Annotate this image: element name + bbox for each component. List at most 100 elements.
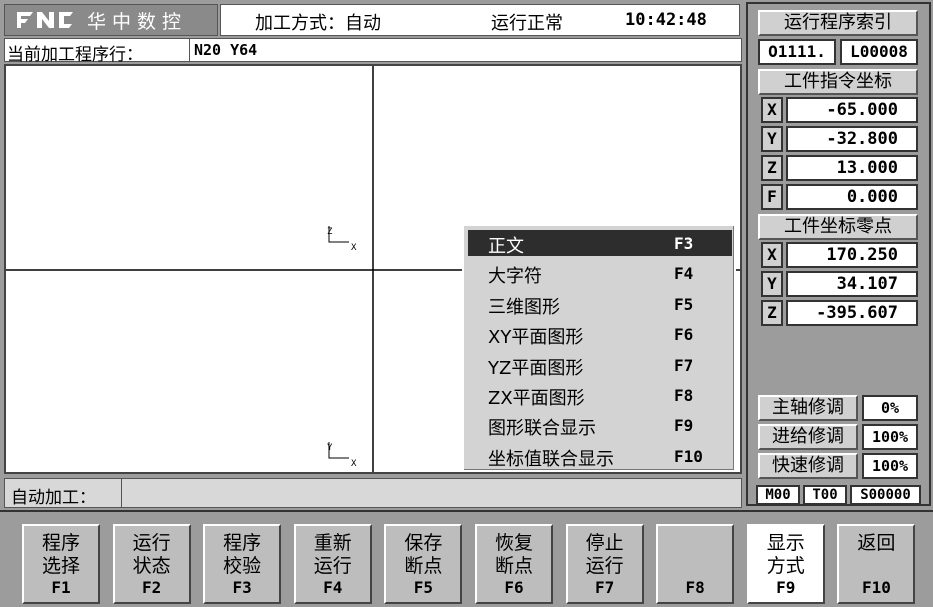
softkey-label-line2: 状态 bbox=[132, 555, 171, 577]
command-coords-title: 工件指令坐标 bbox=[758, 69, 918, 95]
menu-item-label: 坐标值联合显示 bbox=[488, 448, 614, 470]
softkey-function-key: F4 bbox=[323, 578, 343, 597]
menu-item[interactable]: 大字符 F4 bbox=[468, 260, 732, 288]
coord-value: -65.000 bbox=[786, 97, 918, 123]
softkey-f9[interactable]: 显示 方式 F9 bbox=[746, 524, 825, 604]
coord-axis-label: F bbox=[761, 184, 783, 210]
softkey-f3[interactable]: 程序 校验 F3 bbox=[203, 524, 282, 604]
softkey-function-key: F5 bbox=[413, 578, 434, 597]
menu-item-key: F9 bbox=[674, 416, 694, 436]
softkey-f8[interactable]: F8 bbox=[656, 524, 735, 604]
softkey-bar: 程序 选择 F1 运行 状态 F2 程序 校验 F3 重新 运行 F4 保存 断点 F5 恢复 断点 F6 停止 运行… bbox=[0, 510, 933, 607]
menu-item-key: F10 bbox=[674, 446, 703, 466]
softkey-label-line2: 校验 bbox=[223, 555, 262, 577]
menu-item[interactable]: XY平面图形 F6 bbox=[468, 321, 732, 349]
hnc-logo-icon bbox=[17, 12, 73, 28]
menu-item-label: 图形联合显示 bbox=[488, 418, 596, 440]
softkey-function-key: F3 bbox=[232, 578, 252, 597]
coord-value: 170.250 bbox=[786, 242, 918, 268]
coord-value: 0.000 bbox=[786, 184, 918, 210]
menu-item-label: ZX平面图形 bbox=[488, 388, 585, 409]
work-zero-title: 工件坐标零点 bbox=[758, 214, 918, 240]
coord-axis-label: Z bbox=[761, 300, 783, 326]
override-value: 100% bbox=[862, 453, 918, 479]
menu-item-key: F8 bbox=[674, 386, 694, 405]
line-number: L00008 bbox=[840, 39, 918, 65]
header-info: 加工方式：自动 运行正常 10:42:48 bbox=[220, 4, 740, 36]
menu-item[interactable]: 坐标值联合显示 F10 bbox=[468, 443, 732, 470]
current-line-label: 当前加工程序行： bbox=[7, 45, 143, 65]
axis-label-y: Y bbox=[327, 443, 333, 453]
status-label: 自动加工： bbox=[11, 488, 96, 508]
menu-item-key: F3 bbox=[674, 234, 694, 253]
s-code: S00000 bbox=[850, 485, 921, 505]
axis-label-x: X bbox=[351, 459, 357, 469]
coord-axis-label: Z bbox=[761, 155, 783, 181]
menu-item[interactable]: 正文 F3 bbox=[468, 230, 732, 257]
softkey-function-key: F10 bbox=[861, 578, 891, 597]
coord-axis-label: Y bbox=[761, 126, 783, 152]
menu-item-key: F4 bbox=[674, 264, 694, 284]
softkey-function-key: F8 bbox=[685, 578, 705, 597]
status-bar: 自动加工： bbox=[4, 478, 742, 508]
menu-item[interactable]: YZ平面图形 F7 bbox=[468, 352, 732, 379]
softkey-f6[interactable]: 恢复 断点 F6 bbox=[475, 524, 553, 604]
coord-value: -32.800 bbox=[786, 126, 918, 152]
display-mode-menu: 正文 F3 大字符 F4 三维图形 F5 XY平面图形 F6 YZ平面图形 F7 ZX平面图形 F8 图… bbox=[462, 224, 736, 472]
menu-item-label: XY平面图形 bbox=[488, 327, 584, 349]
softkey-label-line2: 断点 bbox=[404, 555, 443, 577]
current-line-value: N20 Y64 bbox=[189, 39, 739, 61]
t-code: T00 bbox=[803, 485, 847, 505]
menu-item-key: F7 bbox=[674, 355, 694, 375]
m-code: M00 bbox=[756, 485, 800, 505]
coord-value: 13.000 bbox=[786, 155, 918, 181]
current-program-line: 当前加工程序行： N20 Y64 bbox=[4, 38, 742, 65]
brand-name: 华中数控 bbox=[87, 10, 188, 33]
softkey-function-key: F6 bbox=[504, 578, 524, 597]
softkey-label-line1: 返回 bbox=[857, 532, 896, 554]
override-label[interactable]: 快速修调 bbox=[758, 453, 858, 479]
menu-item-label: 大字符 bbox=[488, 266, 542, 288]
coord-value: -395.607 bbox=[786, 300, 918, 326]
softkey-f1[interactable]: 程序 选择 F1 bbox=[22, 524, 100, 604]
softkey-f10[interactable]: 返回 F10 bbox=[837, 524, 916, 604]
run-status: 运行正常 bbox=[491, 13, 563, 34]
logo: 华中数控 bbox=[4, 4, 218, 36]
axis-label-z: Z bbox=[327, 227, 333, 237]
right-panel: 运行程序索引 O1111. L00008 工件指令坐标 X -65.000 Y -32… bbox=[746, 2, 931, 506]
coord-axis-label: X bbox=[761, 97, 783, 123]
softkey-f5[interactable]: 保存 断点 F5 bbox=[384, 524, 463, 604]
softkey-function-key: F9 bbox=[776, 578, 796, 597]
softkey-label-line2: 断点 bbox=[494, 555, 533, 577]
clock: 10:42:48 bbox=[625, 10, 707, 30]
menu-item-label: 正文 bbox=[488, 236, 524, 257]
menu-item-label: 三维图形 bbox=[488, 296, 560, 318]
menu-item[interactable]: 三维图形 F5 bbox=[468, 291, 732, 318]
override-label[interactable]: 主轴修调 bbox=[758, 395, 858, 421]
softkey-f7[interactable]: 停止 运行 F7 bbox=[565, 524, 644, 604]
machining-mode: 加工方式：自动 bbox=[255, 13, 381, 34]
program-number: O1111. bbox=[758, 39, 836, 65]
softkey-function-key: F7 bbox=[594, 578, 615, 597]
menu-item[interactable]: ZX平面图形 F8 bbox=[468, 382, 732, 409]
menu-item-key: F5 bbox=[674, 294, 694, 314]
softkey-label-line2: 选择 bbox=[41, 555, 80, 577]
softkey-label-line2: 运行 bbox=[313, 555, 352, 577]
override-value: 0% bbox=[862, 395, 918, 421]
menu-item-key: F6 bbox=[674, 325, 694, 345]
coord-axis-label: Y bbox=[761, 271, 783, 297]
coord-value: 34.107 bbox=[786, 271, 918, 297]
menu-item[interactable]: 图形联合显示 F9 bbox=[468, 412, 732, 440]
status-message bbox=[121, 479, 741, 507]
softkey-label-line2: 运行 bbox=[585, 555, 624, 577]
override-value: 100% bbox=[862, 424, 918, 450]
coord-axis-label: X bbox=[761, 242, 783, 268]
softkey-function-key: F1 bbox=[51, 578, 71, 597]
softkey-f4[interactable]: 重新 运行 F4 bbox=[293, 524, 372, 604]
axis-label-x: X bbox=[351, 243, 357, 253]
menu-item-label: YZ平面图形 bbox=[488, 357, 584, 379]
override-label[interactable]: 进给修调 bbox=[758, 424, 858, 450]
softkey-f2[interactable]: 运行 状态 F2 bbox=[112, 524, 191, 604]
program-index-title: 运行程序索引 bbox=[758, 10, 918, 36]
softkey-label-line2: 方式 bbox=[766, 555, 805, 577]
